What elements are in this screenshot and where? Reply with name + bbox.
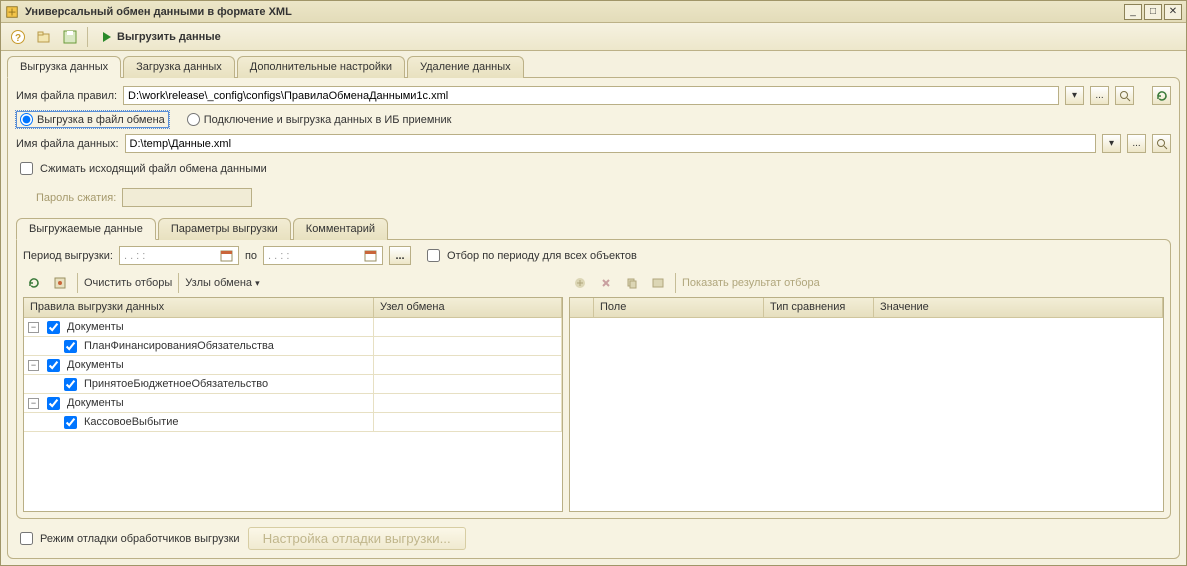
debug-config-button: Настройка отладки выгрузки... <box>248 527 466 550</box>
row-label: Документы <box>67 397 124 409</box>
show-result-button: Показать результат отбора <box>682 277 820 289</box>
data-search-icon[interactable] <box>1152 134 1171 153</box>
password-label: Пароль сжатия: <box>36 192 116 204</box>
row-checkbox[interactable] <box>64 378 77 391</box>
table-row[interactable]: ПланФинансированияОбязательства <box>24 337 562 356</box>
left-mini-toolbar: Очистить отборы Узлы обмена ▾ <box>23 271 563 295</box>
rules-dropdown-icon[interactable]: ▾ <box>1065 86 1084 105</box>
rules-search-icon[interactable] <box>1115 86 1134 105</box>
row-label: КассовоеВыбытие <box>84 416 178 428</box>
period-to-label: по <box>245 250 257 262</box>
period-filter-all-label: Отбор по периоду для всех объектов <box>447 250 637 262</box>
table-row[interactable]: − Документы <box>24 394 562 413</box>
rules-browse-button[interactable]: ... <box>1090 86 1109 105</box>
row-checkbox[interactable] <box>64 416 77 429</box>
titlebar: Универсальный обмен данными в формате XM… <box>1 1 1186 23</box>
clear-filters-button[interactable]: Очистить отборы <box>84 277 172 289</box>
table-row[interactable]: − Документы <box>24 318 562 337</box>
data-file-input[interactable] <box>125 134 1096 153</box>
main-toolbar: ? Выгрузить данные <box>1 23 1186 51</box>
tab-export[interactable]: Выгрузка данных <box>7 56 121 78</box>
row-label: Документы <box>67 359 124 371</box>
right-mini-toolbar: Показать результат отбора <box>569 271 1164 295</box>
rules-file-label: Имя файла правил: <box>16 90 117 102</box>
app-icon <box>5 5 19 19</box>
compress-checkbox[interactable] <box>20 162 33 175</box>
tab-delete[interactable]: Удаление данных <box>407 56 524 78</box>
edit-row-icon <box>647 272 669 294</box>
delete-row-icon <box>595 272 617 294</box>
play-icon <box>103 32 111 42</box>
period-filter-all-checkbox[interactable] <box>427 249 440 262</box>
rules-file-input[interactable] <box>123 86 1059 105</box>
row-label: ПринятоеБюджетноеОбязательство <box>84 378 268 390</box>
window-title: Универсальный обмен данными в формате XM… <box>25 6 1118 18</box>
run-export-button[interactable]: Выгрузить данные <box>94 26 230 48</box>
col-compare-header[interactable]: Тип сравнения <box>764 298 874 317</box>
save-icon[interactable] <box>59 26 81 48</box>
rules-refresh-icon[interactable] <box>1152 86 1171 105</box>
row-checkbox[interactable] <box>47 359 60 372</box>
tree-toggle-icon[interactable]: − <box>28 322 39 333</box>
open-icon[interactable] <box>33 26 55 48</box>
period-label: Период выгрузки: <box>23 250 113 262</box>
rules-grid: Правила выгрузки данных Узел обмена − Док… <box>23 297 563 512</box>
radio-export-to-file[interactable]: Выгрузка в файл обмена <box>16 111 169 128</box>
close-button[interactable]: ✕ <box>1164 4 1182 20</box>
col-check-header[interactable] <box>570 298 594 317</box>
period-picker-button[interactable]: ... <box>389 246 411 265</box>
tree-toggle-icon[interactable]: − <box>28 398 39 409</box>
calendar-icon[interactable] <box>363 248 378 263</box>
data-dropdown-icon[interactable]: ▾ <box>1102 134 1121 153</box>
password-input <box>122 188 252 207</box>
copy-row-icon <box>621 272 643 294</box>
row-label: ПланФинансированияОбязательства <box>84 340 274 352</box>
row-checkbox[interactable] <box>47 321 60 334</box>
tab-export-data[interactable]: Выгружаемые данные <box>16 218 156 240</box>
compress-label: Сжимать исходящий файл обмена данными <box>40 163 267 175</box>
calendar-icon[interactable] <box>219 248 234 263</box>
run-export-label: Выгрузить данные <box>117 31 221 43</box>
debug-mode-checkbox[interactable] <box>20 532 33 545</box>
inner-tabbar: Выгружаемые данные Параметры выгрузки Ко… <box>16 217 1171 239</box>
col-value-header[interactable]: Значение <box>874 298 1163 317</box>
row-checkbox[interactable] <box>47 397 60 410</box>
filter-grid: Поле Тип сравнения Значение <box>569 297 1164 512</box>
period-to-input[interactable]: . . : : <box>263 246 383 265</box>
settings-icon[interactable] <box>49 272 71 294</box>
tab-comment[interactable]: Комментарий <box>293 218 388 240</box>
tab-import[interactable]: Загрузка данных <box>123 56 235 78</box>
data-browse-button[interactable]: ... <box>1127 134 1146 153</box>
table-row[interactable]: − Документы <box>24 356 562 375</box>
col-rules-header[interactable]: Правила выгрузки данных <box>24 298 374 317</box>
table-row[interactable]: КассовоеВыбытие <box>24 413 562 432</box>
tree-toggle-icon[interactable]: − <box>28 360 39 371</box>
maximize-button[interactable]: □ <box>1144 4 1162 20</box>
col-node-header[interactable]: Узел обмена <box>374 298 562 317</box>
minimize-button[interactable]: _ <box>1124 4 1142 20</box>
main-tabbar: Выгрузка данных Загрузка данных Дополнит… <box>7 55 1180 77</box>
table-row[interactable]: ПринятоеБюджетноеОбязательство <box>24 375 562 394</box>
col-field-header[interactable]: Поле <box>594 298 764 317</box>
period-from-input[interactable]: . . : : <box>119 246 239 265</box>
toolbar-separator <box>87 27 88 47</box>
row-label: Документы <box>67 321 124 333</box>
add-row-icon <box>569 272 591 294</box>
help-icon[interactable]: ? <box>7 26 29 48</box>
tab-settings[interactable]: Дополнительные настройки <box>237 56 405 78</box>
debug-mode-label: Режим отладки обработчиков выгрузки <box>40 533 240 545</box>
radio-export-to-ib[interactable]: Подключение и выгрузка данных в ИБ прием… <box>187 113 452 126</box>
tab-export-params[interactable]: Параметры выгрузки <box>158 218 291 240</box>
row-checkbox[interactable] <box>64 340 77 353</box>
exchange-nodes-button[interactable]: Узлы обмена ▾ <box>185 277 259 289</box>
refresh-icon[interactable] <box>23 272 45 294</box>
svg-text:?: ? <box>15 33 21 44</box>
data-file-label: Имя файла данных: <box>16 138 119 150</box>
